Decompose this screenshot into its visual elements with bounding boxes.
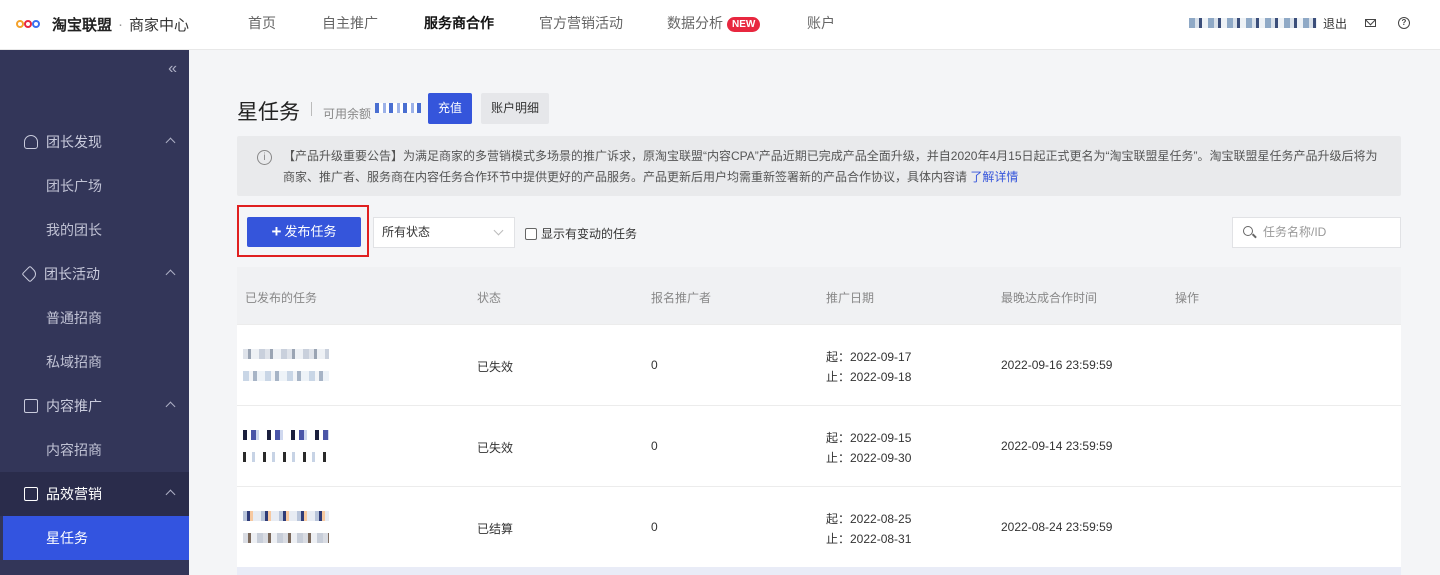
checkbox-label: 显示有变动的任务 (541, 227, 638, 241)
nav-service-cooperation[interactable]: 服务商合作 (424, 0, 494, 50)
sidebar: « 团长发现 团长广场 我的团长 团长活动 普通招商 私域招商 内容推广 内容招… (0, 50, 189, 575)
promo-end: 止：2022-09-30 (826, 451, 912, 465)
username-blurred (1188, 18, 1317, 28)
col-published-task: 已发布的任务 (245, 291, 318, 305)
info-icon: i (257, 150, 272, 165)
page-title: 星任务 (237, 101, 300, 124)
status-filter-value: 所有状态 (382, 225, 431, 239)
logo-subtitle: 商家中心 (129, 16, 190, 34)
logo-text: 淘宝联盟 (52, 16, 113, 34)
col-deadline: 最晚达成合作时间 (1001, 291, 1098, 305)
notice-text: 【产品升级重要公告】为满足商家的多营销模式多场景的推广诉求，原淘宝联盟“内容CP… (283, 149, 1378, 184)
help-icon[interactable]: ? (1398, 17, 1410, 29)
task-search-input[interactable]: 任务名称/ID (1232, 217, 1401, 248)
top-bar: 淘宝联盟 · 商家中心 首页 自主推广 服务商合作 官方营销活动 数据分析 NEW… (0, 0, 1440, 50)
task-status: 已结算 (477, 522, 514, 536)
applicant-count: 0 (651, 358, 658, 372)
table-row[interactable]: 已结算 0 起：2022-08-25 止：2022-08-31 2022-08-… (237, 486, 1401, 567)
sidebar-group-content-promotion[interactable]: 内容推广 (0, 384, 189, 428)
publish-task-label: 发布任务 (284, 224, 337, 239)
nav-data-analysis-label: 数据分析 (667, 15, 723, 31)
user-area: 退出 ? (1188, 14, 1410, 32)
promo-dates: 起：2022-09-17 止：2022-09-18 (826, 347, 911, 387)
search-icon (1243, 226, 1253, 236)
mail-icon[interactable] (1365, 19, 1376, 27)
task-status: 已失效 (477, 441, 514, 455)
promo-start: 起：2022-08-25 (826, 512, 912, 526)
promo-start: 起：2022-09-15 (826, 431, 912, 445)
task-name-blurred[interactable] (243, 430, 329, 440)
task-id-blurred (243, 452, 329, 462)
col-actions: 操作 (1175, 291, 1200, 305)
tag-icon (21, 265, 39, 283)
recharge-button[interactable]: 充值 (428, 93, 472, 124)
applicant-count: 0 (651, 520, 658, 534)
sidebar-group-label: 品效营销 (46, 486, 102, 502)
task-name-blurred[interactable] (243, 349, 329, 359)
sidebar-group-leader-discovery[interactable]: 团长发现 (0, 120, 189, 164)
nav-official-campaigns[interactable]: 官方营销活动 (539, 0, 623, 50)
sidebar-item-my-leaders[interactable]: 我的团长 (0, 208, 189, 252)
publish-task-button[interactable]: + 发布任务 (247, 217, 361, 247)
chevron-down-icon (493, 225, 504, 236)
nav-data-analysis[interactable]: 数据分析 NEW (667, 0, 761, 50)
sidebar-group-label: 团长活动 (44, 266, 100, 282)
nav-self-promotion[interactable]: 自主推广 (322, 0, 378, 50)
sidebar-group-brand-marketing[interactable]: 品效营销 (0, 472, 189, 516)
learn-more-link[interactable]: 了解详情 (970, 170, 1018, 184)
promo-end: 止：2022-09-18 (826, 370, 912, 384)
account-detail-button[interactable]: 账户明细 (481, 93, 549, 124)
task-table: 已发布的任务 状态 报名推广者 推广日期 最晚达成合作时间 操作 已失效 0 起… (237, 267, 1401, 575)
sidebar-group-leader-activities[interactable]: 团长活动 (0, 252, 189, 296)
alimama-logo-icon (16, 17, 46, 31)
task-status: 已失效 (477, 360, 514, 374)
sidebar-item-general-recruitment[interactable]: 普通招商 (0, 296, 189, 340)
balance-label: 可用余额 (323, 107, 372, 121)
promo-end: 止：2022-08-31 (826, 532, 912, 546)
logo[interactable]: 淘宝联盟 · 商家中心 (16, 13, 189, 35)
promo-dates: 起：2022-09-15 止：2022-09-30 (826, 428, 911, 468)
task-id-blurred (243, 371, 329, 381)
nav-home[interactable]: 首页 (248, 0, 276, 50)
sidebar-item-private-recruitment[interactable]: 私域招商 (0, 340, 189, 384)
changed-tasks-checkbox[interactable]: 显示有变动的任务 (525, 225, 637, 242)
upgrade-notice: i 【产品升级重要公告】为满足商家的多营销模式多场景的推广诉求，原淘宝联盟“内容… (237, 136, 1401, 196)
checkbox-box[interactable] (525, 227, 537, 240)
deadline: 2022-08-24 23:59:59 (1001, 520, 1113, 534)
new-badge: NEW (727, 17, 761, 32)
search-placeholder: 任务名称/ID (1263, 225, 1327, 239)
sidebar-group-label: 内容推广 (46, 398, 102, 414)
applicant-count: 0 (651, 439, 658, 453)
doc-icon (24, 399, 38, 413)
table-row[interactable]: 已失效 0 起：2022-09-17 止：2022-09-18 2022-09-… (237, 324, 1401, 405)
task-id-blurred (243, 533, 329, 543)
col-status: 状态 (477, 291, 502, 305)
deadline: 2022-09-14 23:59:59 (1001, 439, 1113, 453)
user-icon (24, 135, 38, 149)
sidebar-group-label: 团长发现 (46, 134, 102, 150)
logout-link[interactable]: 退出 (1323, 15, 1347, 32)
table-next-row-partial (237, 567, 1401, 575)
promo-start: 起：2022-09-17 (826, 350, 912, 364)
plus-icon: + (271, 222, 282, 241)
table-row[interactable]: 已失效 0 起：2022-09-15 止：2022-09-30 2022-09-… (237, 405, 1401, 486)
status-filter-select[interactable]: 所有状态 (373, 217, 515, 248)
title-divider (311, 102, 312, 116)
col-promo-date: 推广日期 (826, 291, 875, 305)
col-applicants: 报名推广者 (651, 291, 712, 305)
logo-separator: · (118, 15, 124, 33)
file-icon (24, 487, 38, 501)
sidebar-item-star-tasks[interactable]: 星任务 (3, 516, 189, 560)
sidebar-item-leader-plaza[interactable]: 团长广场 (0, 164, 189, 208)
main-content: 星任务 可用余额 充值 账户明细 i 【产品升级重要公告】为满足商家的多营销模式… (189, 50, 1440, 575)
sidebar-item-content-recruitment[interactable]: 内容招商 (0, 428, 189, 472)
balance-value-blurred (375, 103, 421, 113)
deadline: 2022-09-16 23:59:59 (1001, 358, 1113, 372)
promo-dates: 起：2022-08-25 止：2022-08-31 (826, 509, 911, 549)
task-name-blurred[interactable] (243, 511, 329, 521)
nav-account[interactable]: 账户 (807, 0, 835, 50)
table-header: 已发布的任务 状态 报名推广者 推广日期 最晚达成合作时间 操作 (237, 267, 1401, 324)
collapse-sidebar-icon[interactable]: « (168, 60, 177, 78)
